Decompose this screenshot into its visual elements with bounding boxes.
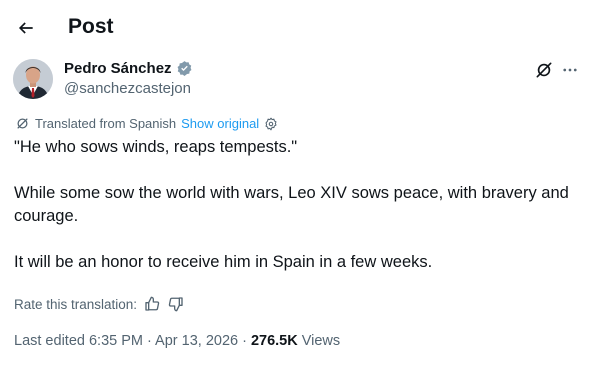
show-original-link[interactable]: Show original bbox=[181, 116, 259, 131]
verified-badge-icon bbox=[176, 60, 193, 77]
thumbs-up-button[interactable] bbox=[143, 295, 161, 313]
tweet-paragraph: It will be an honor to receive him in Sp… bbox=[14, 253, 433, 271]
views-label: Views bbox=[301, 333, 341, 349]
post-metadata: Last edited 6:35 PM · Apr 13, 2026 · 276… bbox=[14, 333, 340, 349]
thumbs-down-button[interactable] bbox=[167, 295, 185, 313]
rate-translation-label: Rate this translation: bbox=[14, 296, 138, 312]
translate-icon bbox=[17, 118, 28, 129]
grok-button[interactable] bbox=[532, 58, 556, 82]
author-name-text: Pedro Sánchez bbox=[64, 60, 172, 77]
grok-icon bbox=[536, 62, 552, 78]
more-button[interactable] bbox=[558, 58, 582, 82]
more-icon bbox=[563, 68, 577, 72]
tweet-paragraph: While some sow the world with wars, Leo … bbox=[14, 184, 569, 225]
translation-label: Translated from Spanish bbox=[35, 116, 177, 131]
author-handle[interactable]: @sanchezcastejon bbox=[64, 80, 191, 97]
meta-separator: · bbox=[242, 333, 247, 349]
avatar[interactable] bbox=[13, 59, 53, 99]
header: Post bbox=[0, 0, 590, 56]
author-name[interactable]: Pedro Sánchez bbox=[64, 60, 193, 77]
thumbs-down-icon bbox=[168, 297, 183, 312]
page-title: Post bbox=[68, 15, 114, 38]
translation-bar: Translated from Spanish Show original bbox=[15, 116, 278, 131]
avatar-image bbox=[13, 59, 53, 99]
thumbs-up-icon bbox=[145, 296, 160, 311]
views-count: 276.5K bbox=[250, 333, 298, 349]
back-button[interactable] bbox=[10, 12, 42, 44]
gear-icon[interactable] bbox=[264, 117, 278, 131]
tweet-paragraph: "He who sows winds, reaps tempests." bbox=[14, 138, 298, 156]
tweet-text: "He who sows winds, reaps tempests." Whi… bbox=[14, 136, 574, 274]
edited-timestamp[interactable]: Last edited 6:35 PM · Apr 13, 2026 bbox=[14, 333, 238, 349]
back-arrow-icon bbox=[18, 22, 33, 34]
rate-translation: Rate this translation: bbox=[14, 295, 185, 313]
